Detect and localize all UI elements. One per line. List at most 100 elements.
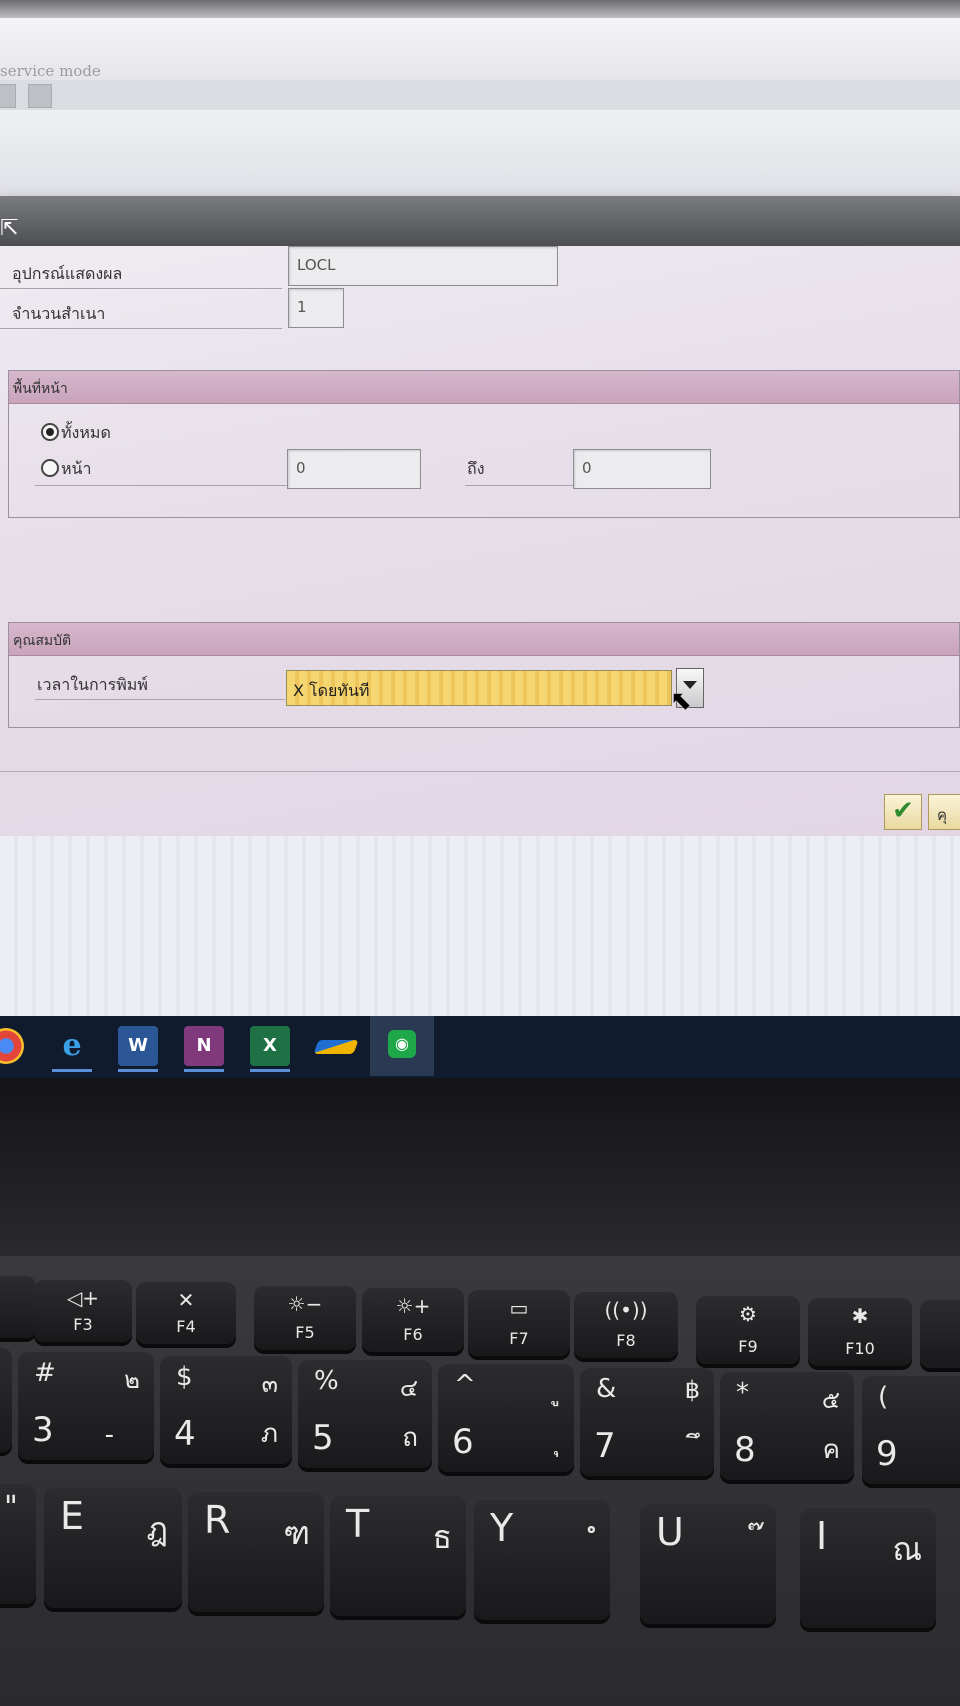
- f5-key[interactable]: ☼− F5: [254, 1286, 356, 1350]
- key-label: F4: [176, 1317, 196, 1336]
- key-thai-top: ๕: [821, 1386, 840, 1414]
- key-main-char: 9: [876, 1434, 898, 1474]
- copies-label: จำนวนสำเนา: [12, 304, 106, 323]
- key-main-char: 5: [312, 1418, 334, 1458]
- key-6[interactable]: ^ู6ุ: [438, 1364, 574, 1472]
- volume-up-icon: ◁+: [66, 1286, 100, 1310]
- internet-explorer-icon[interactable]: e: [52, 1026, 92, 1072]
- f9-key[interactable]: ⚙ F9: [696, 1296, 800, 1364]
- key-t[interactable]: Tธ: [330, 1496, 466, 1616]
- f10-key[interactable]: ✱ F10: [808, 1298, 912, 1366]
- key-thai-char: ฑ: [283, 1514, 310, 1552]
- key-shift-char: (: [878, 1382, 889, 1412]
- chrome-icon[interactable]: [0, 1028, 24, 1064]
- print-dialog: ⇱ อุปกรณ์แสดงผล LOCL จำนวนสำเนา 1 พื้นที…: [0, 196, 960, 836]
- taskbar: e W N X ◉: [0, 1016, 960, 1078]
- key-5[interactable]: % ๔ 5 ถ: [298, 1360, 432, 1468]
- key-thai-char: ภ: [260, 1419, 278, 1449]
- display-switch-icon: ▭: [509, 1296, 529, 1320]
- key-shift-char: #: [34, 1358, 56, 1388]
- print-time-value: X โดยทันที: [293, 681, 370, 700]
- wireless-icon: ((•)): [604, 1298, 648, 1322]
- f4-key[interactable]: ✕ F4: [136, 1282, 236, 1344]
- laptop-bezel: [0, 1078, 960, 1256]
- page-range-radio[interactable]: [41, 459, 59, 477]
- ie-letter: e: [62, 1028, 82, 1063]
- key-7[interactable]: &฿7ึ: [580, 1368, 714, 1476]
- mouse-cursor-icon: ⬉: [670, 686, 692, 716]
- key-main-char: 6: [452, 1422, 474, 1462]
- cancel-button[interactable]: คุ: [928, 794, 960, 830]
- brightness-down-icon: ☼−: [287, 1292, 323, 1316]
- key-shift-char: &: [596, 1374, 617, 1404]
- key-thai-char: ถ: [402, 1423, 418, 1453]
- key-thai-char: ฎ: [146, 1510, 168, 1548]
- properties-title: คุณสมบัติ: [13, 633, 72, 649]
- all-pages-radio[interactable]: [41, 423, 59, 441]
- key-label: F6: [403, 1325, 423, 1344]
- page-area-group: พื้นที่หน้า ทั้งหมด หน้า 0 ถึง 0: [8, 370, 960, 518]
- key-main-char: ": [4, 1490, 18, 1525]
- key-main-char: 4: [174, 1414, 196, 1454]
- key-thai-top: ๒: [124, 1366, 140, 1394]
- page-from-field[interactable]: 0: [287, 449, 421, 489]
- all-pages-label: ทั้งหมด: [61, 423, 111, 442]
- mic-mute-icon: ✕: [177, 1288, 195, 1312]
- dialog-footer-divider: [0, 771, 960, 772]
- key-main-char: 3: [32, 1410, 54, 1450]
- word-letter: W: [128, 1035, 148, 1056]
- key-9[interactable]: (๖9ต: [862, 1376, 960, 1484]
- checkmark-icon: ✔: [892, 796, 914, 826]
- key-thai-char: ณ: [892, 1530, 922, 1568]
- label-underline: [0, 328, 282, 329]
- print-time-dropdown[interactable]: X โดยทันที: [286, 670, 672, 706]
- settings-icon: ⚙: [739, 1302, 757, 1326]
- f8-key[interactable]: ((•)) F8: [574, 1292, 678, 1358]
- key-shift-char: $: [176, 1362, 193, 1392]
- key-main-char: I: [816, 1514, 828, 1558]
- label-underline: [0, 288, 282, 289]
- key-thai-char: -: [104, 1420, 114, 1450]
- key-e[interactable]: Eฎ: [44, 1488, 182, 1608]
- toolbar-button[interactable]: [28, 84, 52, 108]
- key-thai-char: ธ: [432, 1518, 452, 1556]
- excel-letter: X: [263, 1035, 277, 1056]
- print-time-label: เวลาในการพิมพ์: [37, 675, 148, 694]
- key-main-char: T: [346, 1502, 370, 1546]
- ok-button[interactable]: ✔: [884, 794, 922, 830]
- key-label: F9: [738, 1337, 758, 1356]
- brightness-up-icon: ☼+: [395, 1294, 431, 1318]
- toolbar-button[interactable]: [0, 84, 16, 108]
- f6-key[interactable]: ☼+ F6: [362, 1288, 464, 1352]
- label-underline: [35, 485, 291, 486]
- output-device-field[interactable]: LOCL: [288, 246, 558, 286]
- key-4[interactable]: $๓ 4 ภ: [160, 1356, 292, 1464]
- key-u[interactable]: U๊: [640, 1504, 776, 1624]
- key-quote[interactable]: ": [0, 1484, 36, 1604]
- key-i[interactable]: Iณ: [800, 1508, 936, 1628]
- onenote-icon[interactable]: N: [184, 1026, 224, 1072]
- f3-key[interactable]: ◁+ F3: [34, 1280, 132, 1342]
- key-8[interactable]: * ๕ 8 ค: [720, 1372, 854, 1480]
- excel-icon[interactable]: X: [250, 1026, 290, 1072]
- key-main-char: U: [656, 1510, 684, 1554]
- word-icon[interactable]: W: [118, 1026, 158, 1072]
- key: [0, 1348, 12, 1452]
- key-3[interactable]: #๒ 3 -: [18, 1352, 154, 1460]
- toolbar: [0, 80, 960, 111]
- sap-logon-icon[interactable]: [313, 1040, 359, 1054]
- key-y[interactable]: Yํ: [474, 1500, 610, 1620]
- key-thai-top: ๔: [399, 1374, 418, 1402]
- key-r[interactable]: Rฑ: [188, 1492, 324, 1612]
- keyboard: ◁+ F3 ✕ F4 ☼− F5 ☼+ F6 ▭ F7 ((•)) F8 ⚙ F9 ✱ F10 …: [0, 1256, 960, 1706]
- sap-gui-icon[interactable]: ◉: [370, 1016, 434, 1076]
- key-shift-char: ^: [454, 1370, 476, 1400]
- key-label: F8: [616, 1331, 636, 1350]
- f7-key[interactable]: ▭ F7: [468, 1290, 570, 1356]
- page-to-field[interactable]: 0: [573, 449, 711, 489]
- key-label: F5: [295, 1323, 315, 1342]
- monitor-bezel-top: [0, 0, 960, 18]
- key-thai-top: ฿: [684, 1376, 700, 1404]
- key: [0, 1276, 36, 1338]
- copies-field[interactable]: 1: [288, 288, 344, 328]
